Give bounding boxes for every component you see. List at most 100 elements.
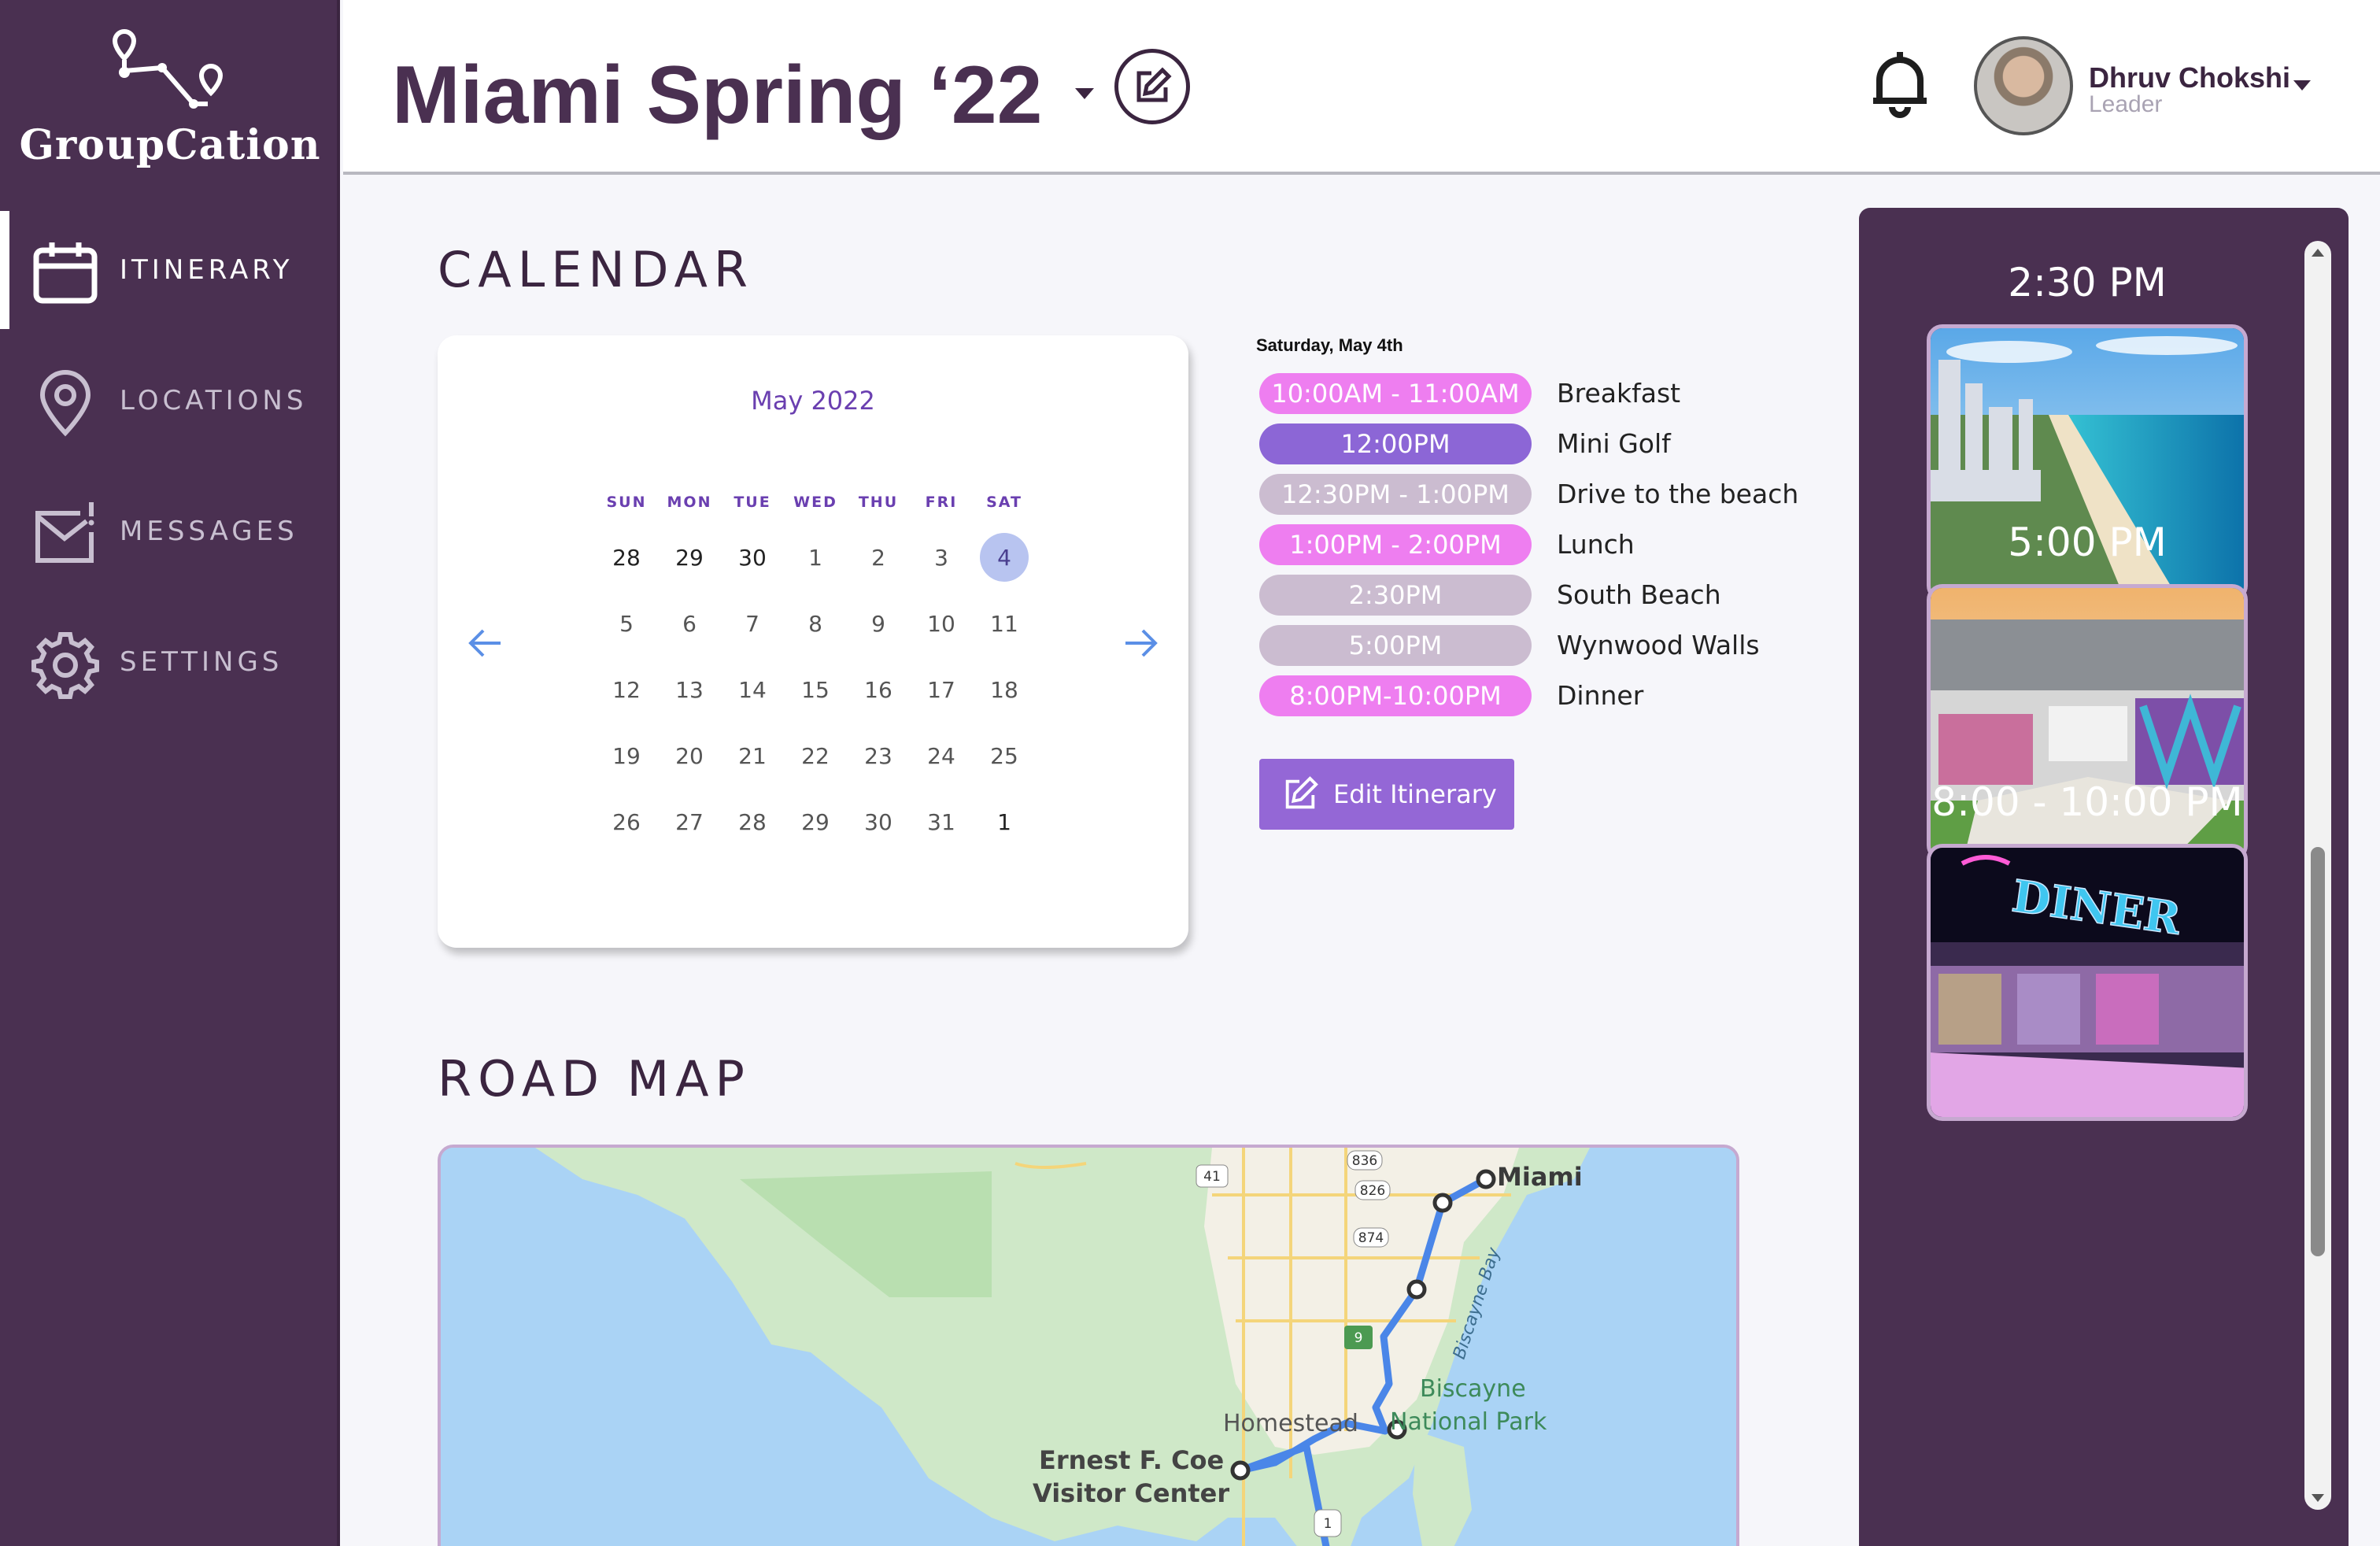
calendar-day[interactable]: 29 xyxy=(658,524,721,590)
calendar-day[interactable]: 30 xyxy=(721,524,784,590)
calendar-day[interactable]: 31 xyxy=(910,789,973,855)
calendar-day[interactable]: 30 xyxy=(847,789,910,855)
photo-diner[interactable]: DINER xyxy=(1927,844,2248,1121)
map-shield: 1 xyxy=(1324,1516,1332,1532)
trip-title: Miami Spring ‘22 xyxy=(392,50,1043,141)
calendar-heading: CALENDAR xyxy=(438,241,754,298)
calendar-prev-icon[interactable] xyxy=(466,623,505,663)
event-name: Breakfast xyxy=(1557,378,1681,409)
map-label-miami: Miami xyxy=(1497,1162,1583,1192)
map-label-visitor-center: Ernest F. Coe xyxy=(1039,1445,1224,1475)
scroll-down-icon[interactable] xyxy=(2312,1494,2324,1502)
event-name: Drive to the beach xyxy=(1557,479,1799,509)
calendar-day[interactable]: 27 xyxy=(658,789,721,855)
sidebar: GroupCation ITINERARY LOCATIONS MESSAGES… xyxy=(0,0,340,1546)
sidebar-item-label: MESSAGES xyxy=(120,516,298,547)
map-shield: 41 xyxy=(1203,1169,1221,1185)
calendar-day[interactable]: 3 xyxy=(910,524,973,590)
calendar-day[interactable]: 28 xyxy=(595,524,658,590)
calendar-day[interactable]: 10 xyxy=(910,590,973,656)
logo-text: GroupCation xyxy=(19,121,321,169)
calendar-day[interactable]: 23 xyxy=(847,723,910,789)
calendar-day[interactable]: 1 xyxy=(784,524,847,590)
sidebar-item-itinerary[interactable]: ITINERARY xyxy=(0,211,340,329)
map-label-park: National Park xyxy=(1390,1408,1547,1436)
time-pill: 1:00PM - 2:00PM xyxy=(1259,524,1532,565)
calendar-day[interactable]: 6 xyxy=(658,590,721,656)
upcoming-time: 5:00 PM xyxy=(2008,520,2167,565)
user-menu-dropdown-icon[interactable] xyxy=(2293,80,2311,91)
calendar-widget: May 2022 SUN MON TUE WED THU FRI SAT 28 … xyxy=(438,335,1188,948)
calendar-day[interactable]: 11 xyxy=(973,590,1036,656)
calendar-day[interactable]: 18 xyxy=(973,656,1036,723)
time-pill: 5:00PM xyxy=(1259,625,1532,666)
calendar-day[interactable]: 29 xyxy=(784,789,847,855)
map-label-park: Biscayne xyxy=(1420,1375,1526,1403)
edit-trip-button[interactable] xyxy=(1114,49,1190,124)
calendar-day[interactable]: 19 xyxy=(595,723,658,789)
calendar-day[interactable]: 21 xyxy=(721,723,784,789)
calendar-day[interactable]: 7 xyxy=(721,590,784,656)
weekday-label: MON xyxy=(667,494,712,511)
calendar-day[interactable]: 8 xyxy=(784,590,847,656)
roadmap-heading: ROAD MAP xyxy=(438,1050,751,1108)
edit-itinerary-button[interactable]: Edit Itinerary xyxy=(1259,759,1514,830)
map-canvas: 836 826 874 41 1 9 Miami Homestead Bisca… xyxy=(441,1148,1736,1546)
calendar-day[interactable]: 20 xyxy=(658,723,721,789)
trip-dropdown-icon[interactable] xyxy=(1075,88,1094,99)
edit-itinerary-label: Edit Itinerary xyxy=(1333,779,1497,809)
scroll-thumb[interactable] xyxy=(2311,847,2325,1256)
time-pill: 10:00AM - 11:00AM xyxy=(1259,373,1532,414)
calendar-next-icon[interactable] xyxy=(1121,623,1160,663)
calendar-day[interactable]: 16 xyxy=(847,656,910,723)
calendar-day[interactable]: 17 xyxy=(910,656,973,723)
weekday-label: SUN xyxy=(606,494,647,511)
calendar-day-selected[interactable]: 4 xyxy=(973,524,1036,590)
logo[interactable]: GroupCation xyxy=(0,28,340,178)
map-shield: 9 xyxy=(1354,1330,1363,1346)
sidebar-item-label: LOCATIONS xyxy=(120,385,308,416)
calendar-day[interactable]: 2 xyxy=(847,524,910,590)
panel-scrollbar[interactable] xyxy=(2304,241,2331,1510)
calendar-day[interactable]: 26 xyxy=(595,789,658,855)
road-map[interactable]: 836 826 874 41 1 9 Miami Homestead Bisca… xyxy=(438,1145,1739,1546)
calendar-day[interactable]: 13 xyxy=(658,656,721,723)
sidebar-item-locations[interactable]: LOCATIONS xyxy=(0,342,340,460)
calendar-day[interactable]: 15 xyxy=(784,656,847,723)
calendar-day[interactable]: 9 xyxy=(847,590,910,656)
time-pill: 2:30PM xyxy=(1259,575,1532,616)
time-pill: 8:00PM-10:00PM xyxy=(1259,675,1532,716)
upcoming-time: 8:00 - 10:00 PM xyxy=(1931,779,2243,825)
weekday-label: TUE xyxy=(734,494,771,511)
calendar-day[interactable]: 25 xyxy=(973,723,1036,789)
gear-icon xyxy=(31,632,99,699)
event-name: Lunch xyxy=(1557,529,1635,560)
calendar-day[interactable]: 28 xyxy=(721,789,784,855)
event-name: South Beach xyxy=(1557,579,1721,610)
weekday-label: SAT xyxy=(986,494,1022,511)
edit-icon xyxy=(1285,776,1318,809)
calendar-day[interactable]: 12 xyxy=(595,656,658,723)
sidebar-item-messages[interactable]: MESSAGES xyxy=(0,472,340,590)
map-label-homestead: Homestead xyxy=(1223,1410,1358,1437)
notification-bell-icon[interactable] xyxy=(1868,49,1931,120)
avatar[interactable] xyxy=(1974,36,2073,135)
selected-day-label: 4 xyxy=(980,533,1029,582)
sidebar-item-settings[interactable]: SETTINGS xyxy=(0,603,340,721)
event-name: Wynwood Walls xyxy=(1557,630,1760,660)
calendar-day[interactable]: 24 xyxy=(910,723,973,789)
weekday-label: THU xyxy=(858,494,899,511)
sidebar-item-label: ITINERARY xyxy=(120,254,294,286)
upcoming-panel: 2:30 PM 5:00 PM 8:00 - 10:00 PM DINER xyxy=(1859,208,2349,1546)
map-shield: 874 xyxy=(1358,1230,1384,1246)
calendar-day[interactable]: 5 xyxy=(595,590,658,656)
scroll-up-icon[interactable] xyxy=(2312,249,2324,257)
calendar-day[interactable]: 1 xyxy=(973,789,1036,855)
event-name: Mini Golf xyxy=(1557,428,1671,459)
map-shield: 826 xyxy=(1360,1183,1385,1199)
calendar-day[interactable]: 14 xyxy=(721,656,784,723)
calendar-day[interactable]: 22 xyxy=(784,723,847,789)
upcoming-time: 2:30 PM xyxy=(2008,260,2167,305)
top-header: Miami Spring ‘22 Dhruv Chokshi Leader xyxy=(343,0,2380,175)
weekday-label: WED xyxy=(793,494,837,511)
